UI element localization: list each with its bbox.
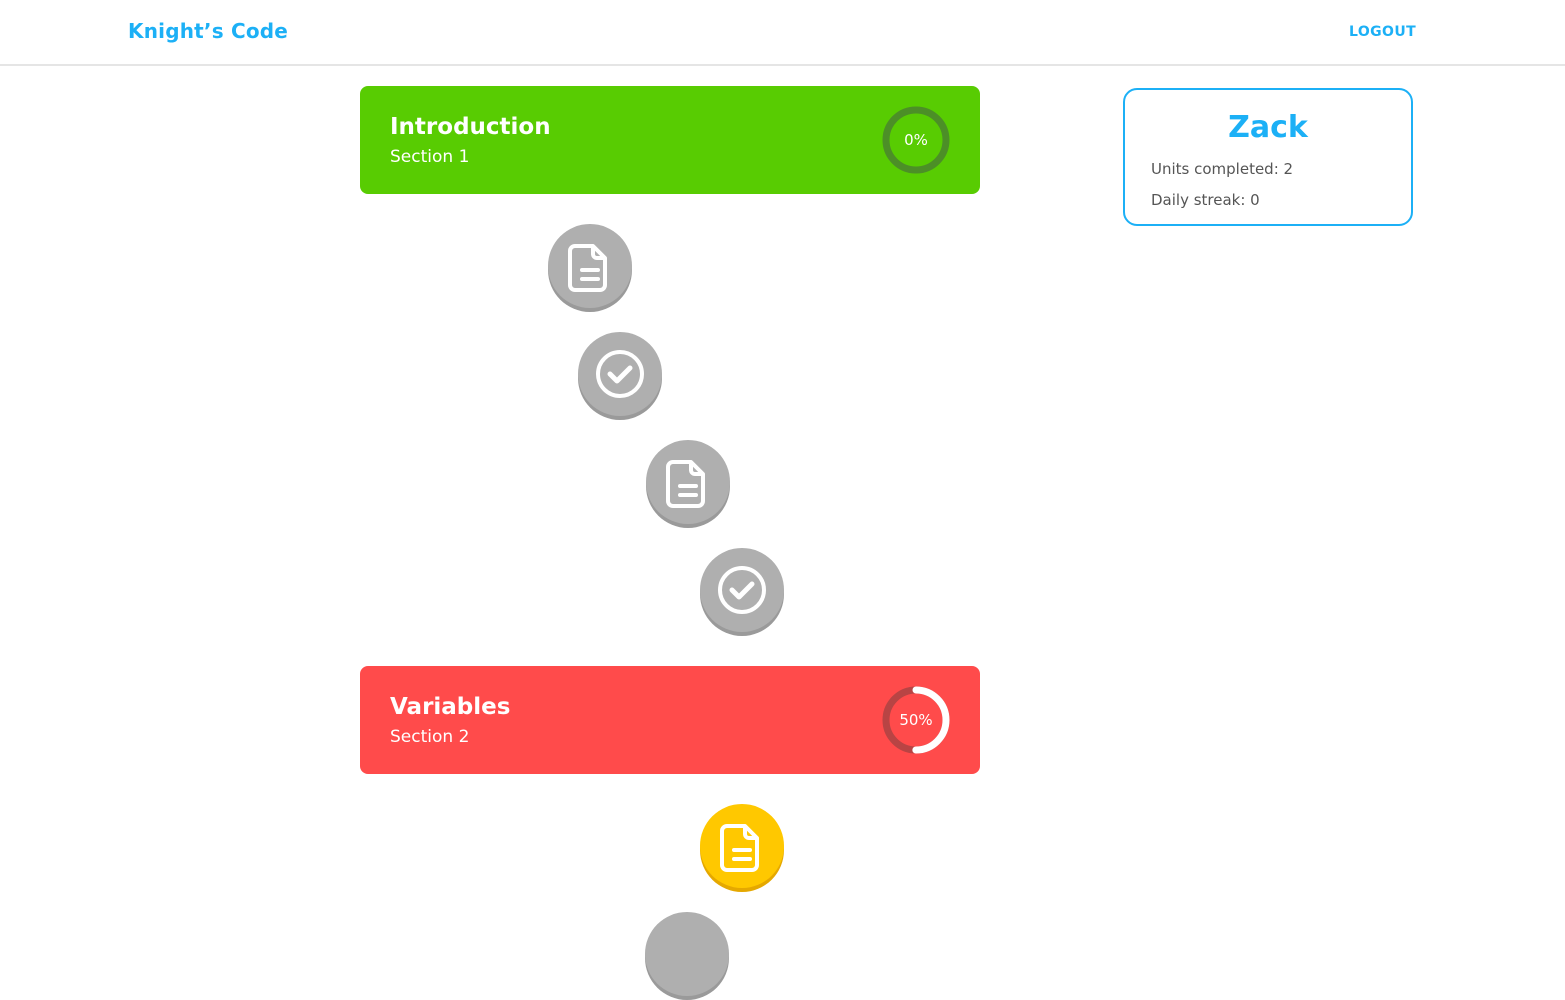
section-subtitle: Section 2 (390, 727, 470, 747)
profile-card: Zack Units completed: 2 Daily streak: 0 (1123, 88, 1413, 226)
progress-percent: 0% (904, 131, 928, 149)
section-banner-introduction[interactable]: Introduction Section 1 0% (360, 86, 980, 194)
section-subtitle: Section 1 (390, 147, 470, 167)
top-navigation-bar: Knight’s Code LOGOUT (0, 0, 1565, 66)
units-completed-stat: Units completed: 2 (1151, 160, 1294, 178)
document-icon (666, 460, 705, 508)
section-progress-ring: 0% (880, 104, 952, 176)
node-disc (645, 912, 729, 996)
section-progress-ring: 50% (880, 684, 952, 756)
section-banner-variables[interactable]: Variables Section 2 50% (360, 666, 980, 774)
section-title: Variables (390, 694, 511, 720)
unit-node-partial[interactable] (645, 912, 729, 1000)
brand-logo[interactable]: Knight’s Code (128, 19, 288, 43)
logout-button[interactable]: LOGOUT (1349, 24, 1416, 40)
section-title: Introduction (390, 114, 551, 140)
unit-quiz-node[interactable] (578, 332, 662, 420)
unit-lesson-node[interactable] (646, 440, 730, 528)
unit-quiz-node[interactable] (700, 548, 784, 636)
unit-lesson-node[interactable] (548, 224, 632, 312)
check-circle-icon (718, 566, 766, 614)
document-icon (720, 824, 759, 872)
profile-name: Zack (1228, 110, 1308, 145)
daily-streak-stat: Daily streak: 0 (1151, 191, 1260, 209)
progress-percent: 50% (899, 711, 933, 729)
check-circle-icon (596, 350, 644, 398)
document-icon (568, 244, 607, 292)
unit-lesson-node-active[interactable] (700, 804, 784, 892)
